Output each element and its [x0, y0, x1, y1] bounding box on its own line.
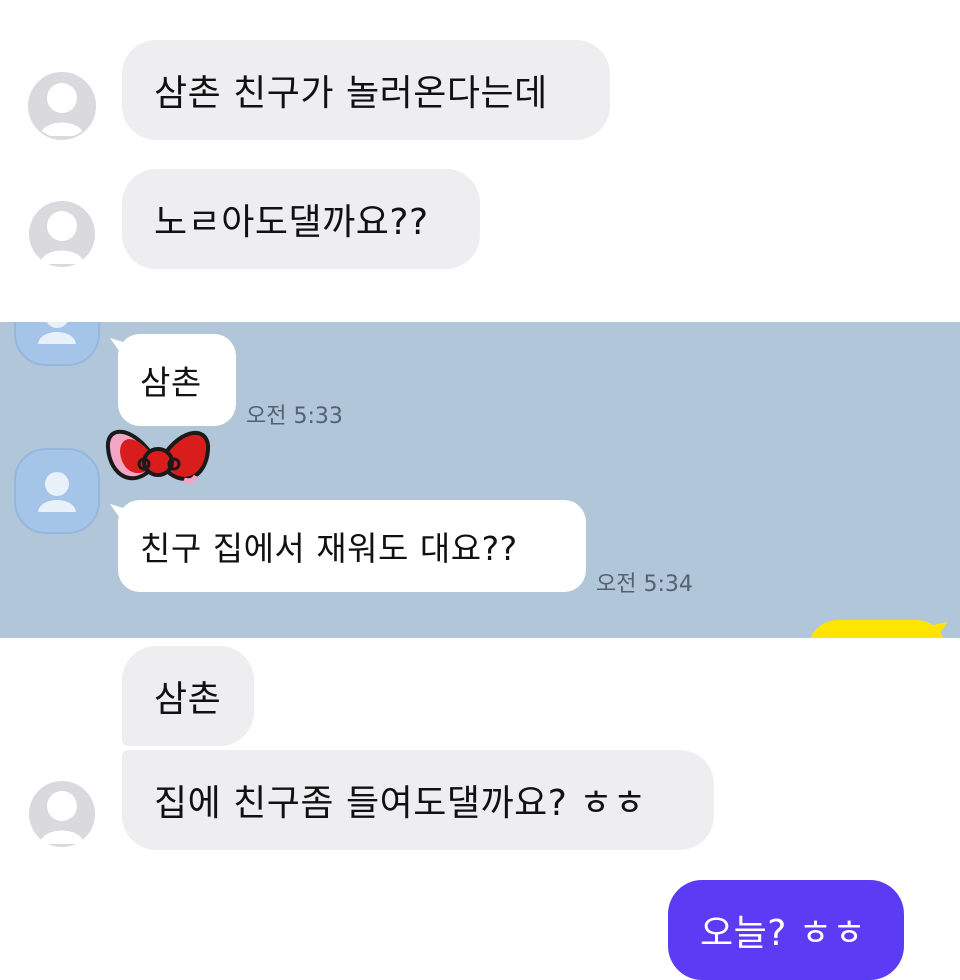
message-text: 삼촌 — [140, 363, 202, 402]
avatar-icon[interactable] — [14, 448, 100, 534]
avatar-icon[interactable] — [14, 322, 100, 366]
avatar-icon[interactable] — [28, 200, 96, 268]
avatar-icon[interactable] — [28, 780, 96, 848]
timestamp: 오전 5:34 — [596, 572, 693, 597]
my-message-bubble[interactable]: 오늘? ㅎㅎ — [668, 880, 904, 980]
message-text: 집에 친구좀 들여도댈까요? ㅎㅎ — [154, 783, 647, 824]
message-bubble[interactable]: 노ㄹ아도댈까요?? — [122, 169, 480, 269]
message-text: 노ㄹ아도댈까요?? — [154, 202, 429, 243]
message-text: 친구 집에서 재워도 대요?? — [140, 529, 518, 568]
message-bubble[interactable]: 삼촌 — [118, 334, 236, 426]
timestamp: 오전 5:33 — [246, 404, 343, 429]
message-bubble[interactable]: 집에 친구좀 들여도댈까요? ㅎㅎ — [122, 750, 714, 850]
message-text: 삼촌 친구가 놀러온다는데 — [154, 73, 548, 114]
bubble-tail — [928, 622, 948, 638]
message-bubble[interactable]: 삼촌 친구가 놀러온다는데 — [122, 40, 610, 140]
bow-sticker-icon — [105, 429, 211, 484]
message-text: 삼촌 — [154, 679, 222, 720]
message-text: 오늘? ㅎㅎ — [700, 913, 867, 954]
avatar-icon[interactable] — [28, 72, 96, 140]
message-bubble[interactable]: 친구 집에서 재워도 대요?? — [118, 500, 586, 592]
message-bubble[interactable]: 삼촌 — [122, 646, 254, 746]
my-message-bubble[interactable] — [808, 620, 946, 638]
